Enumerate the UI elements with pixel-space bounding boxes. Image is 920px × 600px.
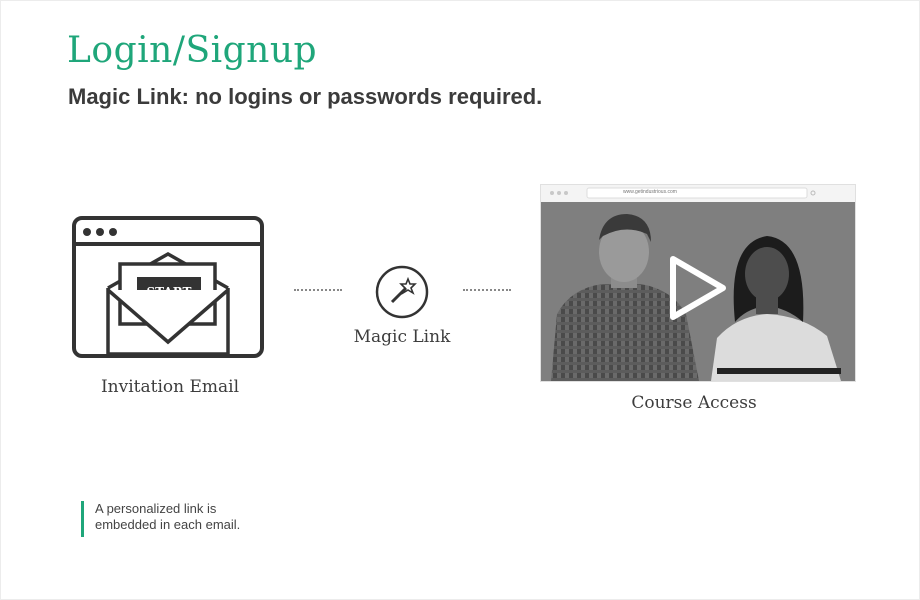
envelope-icon xyxy=(106,251,230,356)
page-title: Login/Signup xyxy=(67,30,318,71)
note-line-1: A personalized link is xyxy=(95,501,217,516)
personalized-link-note: A personalized link is embedded in each … xyxy=(81,501,240,537)
connector-dots-right xyxy=(463,289,511,291)
course-video-window: www.getindustrious.com xyxy=(540,184,856,382)
browser-toolbar: www.getindustrious.com xyxy=(541,185,855,202)
connector-dots-left xyxy=(294,289,342,291)
magic-link-label: Magic Link xyxy=(353,327,451,347)
page-subtitle: Magic Link: no logins or passwords requi… xyxy=(68,84,543,109)
video-player[interactable] xyxy=(541,202,855,381)
play-icon[interactable] xyxy=(667,253,729,323)
magic-wand-icon xyxy=(375,265,429,319)
invitation-email-icon: START xyxy=(72,216,264,358)
video-url: www.getindustrious.com xyxy=(623,189,677,195)
note-line-2: embedded in each email. xyxy=(95,517,241,532)
start-button-label: START xyxy=(147,285,192,299)
course-access-label: Course Access xyxy=(631,393,757,413)
invitation-email-label: Invitation Email xyxy=(100,377,240,397)
